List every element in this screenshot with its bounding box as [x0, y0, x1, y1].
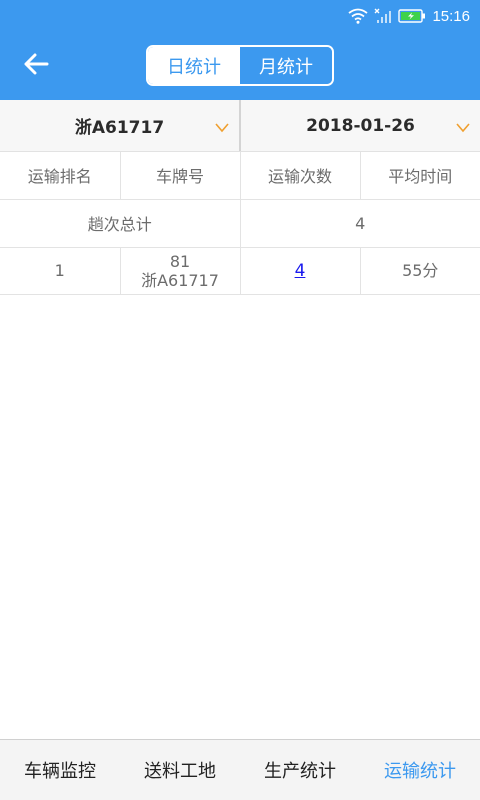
column-header-rank: 运输排名 [0, 152, 121, 200]
row-trips: 4 [240, 247, 361, 295]
status-bar: 15:16 [348, 6, 470, 26]
column-header-trips: 运输次数 [240, 152, 361, 200]
table-row: 1 81 浙A61717 4 55分 [0, 247, 480, 295]
wifi-icon [348, 8, 369, 24]
chevron-down-icon [215, 118, 229, 138]
trips-count-link[interactable]: 4 [295, 261, 306, 281]
column-header-avg-time: 平均时间 [360, 152, 480, 200]
nav-production-stats[interactable]: 生产统计 [240, 740, 360, 800]
arrow-left-icon [23, 53, 49, 79]
total-label: 趟次总计 [0, 199, 241, 248]
table-header-row: 运输排名 车牌号 运输次数 平均时间 [0, 152, 480, 200]
vehicle-dropdown-value: 浙A61717 [74, 118, 165, 138]
tab-daily-stats[interactable]: 日统计 [148, 47, 240, 84]
chevron-down-icon [456, 118, 470, 138]
nav-vehicle-monitoring[interactable]: 车辆监控 [0, 740, 120, 800]
filter-bar: 浙A61717 2018-01-26 [0, 100, 480, 152]
column-header-plate: 车牌号 [120, 152, 241, 200]
row-plate: 81 浙A61717 [120, 247, 241, 295]
period-toggle: 日统计 月统计 [146, 45, 334, 86]
bottom-nav: 车辆监控 送料工地 生产统计 运输统计 [0, 739, 480, 800]
total-row: 趟次总计 4 [0, 199, 480, 248]
app-header: 15:16 日统计 月统计 [0, 0, 480, 100]
date-dropdown[interactable]: 2018-01-26 [239, 100, 480, 151]
tab-monthly-stats[interactable]: 月统计 [240, 47, 332, 84]
back-button[interactable] [20, 50, 52, 82]
no-signal-icon [374, 8, 392, 24]
row-plate-line1: 81 [169, 251, 191, 271]
row-avg-time: 55分 [360, 247, 480, 295]
nav-transport-stats[interactable]: 运输统计 [360, 740, 480, 800]
date-dropdown-value: 2018-01-26 [306, 115, 415, 136]
nav-delivery-sites[interactable]: 送料工地 [120, 740, 240, 800]
total-value: 4 [240, 199, 480, 248]
battery-charging-icon [398, 9, 426, 23]
transport-stats-table: 运输排名 车牌号 运输次数 平均时间 趟次总计 4 1 81 浙A61717 4… [0, 152, 480, 295]
status-time: 15:16 [432, 7, 470, 25]
row-plate-line2: 浙A61717 [141, 270, 219, 290]
row-rank: 1 [0, 247, 121, 295]
vehicle-dropdown[interactable]: 浙A61717 [0, 100, 239, 151]
